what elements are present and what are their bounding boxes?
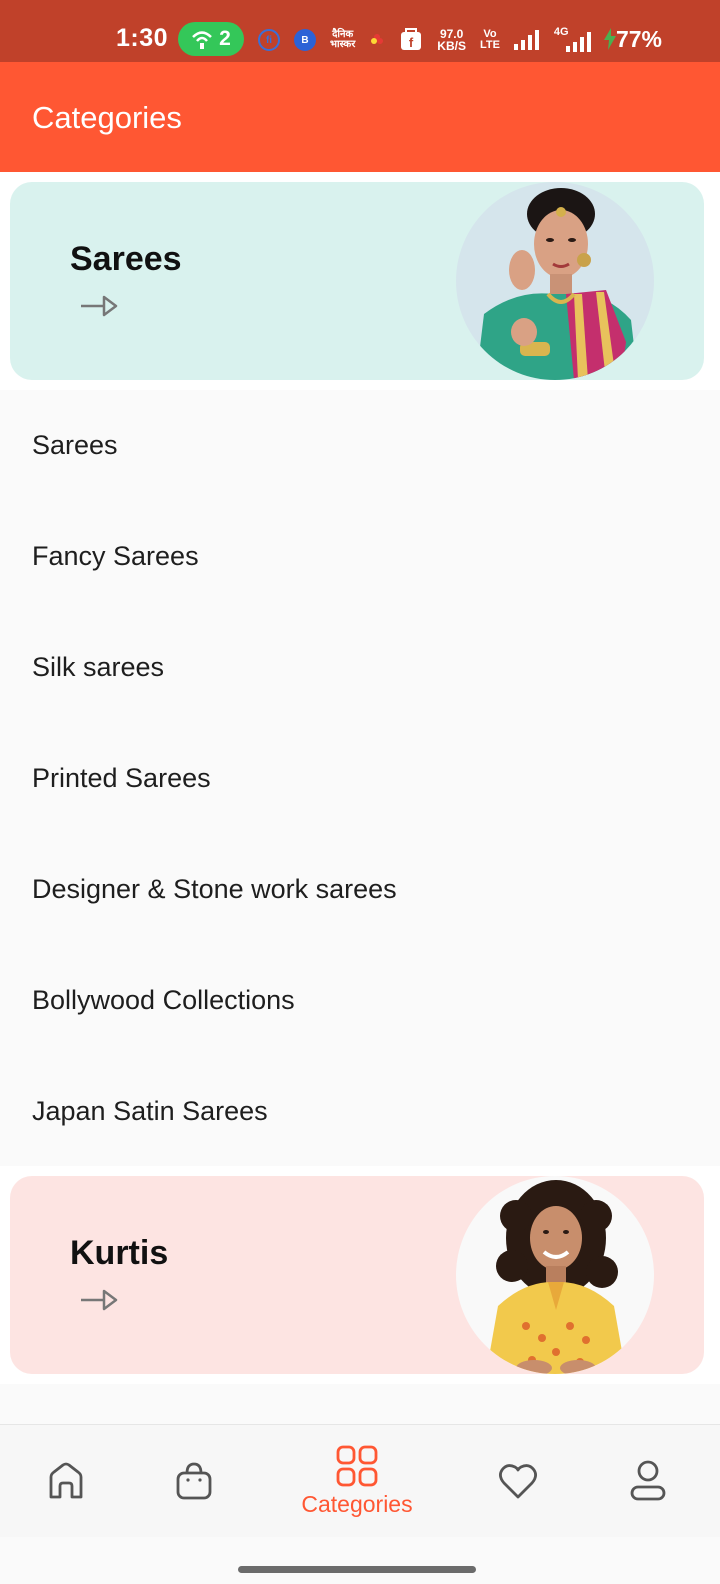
category-banner-kurtis[interactable]: Kurtis [10,1176,704,1374]
subcategory-item-printed-sarees[interactable]: Printed Sarees [0,723,720,834]
notification-icons: fi B दैनिक भास्कर f 97.0 KB/S Vo LTE 4G [258,24,592,56]
subcategory-item-bollywood-collections[interactable]: Bollywood Collections [0,945,720,1056]
network-speed: 97.0 KB/S [437,27,466,53]
subcategory-item-designer-stone-work-sarees[interactable]: Designer & Stone work sarees [0,834,720,945]
subcategory-item-fancy-sarees[interactable]: Fancy Sarees [0,501,720,612]
gesture-bar[interactable] [238,1566,476,1573]
kurti-model-image [456,1176,654,1374]
flower-icon [371,34,384,44]
categories-grid-icon [336,1445,378,1486]
subcategory-item-sarees[interactable]: Sarees [0,390,720,501]
arrow-right-icon [81,295,118,317]
network-4g-signal: 4G [554,26,592,52]
nav-wishlist[interactable] [474,1425,562,1537]
banner-section-kurtis: Kurtis [0,1166,720,1384]
nav-label-categories: Categories [301,1490,413,1517]
saree-model-image [456,182,654,380]
dainik-bhaskar-icon: दैनिक भास्कर [330,29,356,50]
hotspot-indicator[interactable]: 2 [178,22,244,56]
status-bar: 1:30 2 fi B दैनिक भास्कर f 97.0 KB/S Vo L… [0,0,720,62]
heart-icon [499,1464,537,1499]
subcategory-list: Sarees Fancy Sarees Silk sarees Printed … [0,390,720,1167]
charging-icon [604,28,616,50]
nav-home[interactable] [22,1425,110,1537]
profile-icon [630,1460,666,1501]
nav-shop[interactable] [150,1425,238,1537]
bottom-navigation: Categories [0,1424,720,1537]
signal-icon [513,30,539,50]
page-title: Categories [32,100,182,135]
arrow-right-icon [81,1289,118,1311]
home-icon [49,1462,83,1499]
hotspot-count: 2 [219,27,231,50]
nav-profile[interactable] [604,1425,692,1537]
battery-percentage: 77% [615,26,662,52]
fi-icon: fi [258,29,280,51]
app-bar: Categories [0,62,720,172]
svg-text:f: f [409,35,414,50]
nav-categories[interactable]: Categories [282,1425,432,1537]
status-time: 1:30 [116,24,169,52]
banner-title: Kurtis [70,1234,169,1272]
banner-title: Sarees [70,240,182,278]
subcategory-item-silk-sarees[interactable]: Silk sarees [0,612,720,723]
banner-section-sarees: Sarees [0,172,720,390]
flipkart-icon: f [401,28,422,50]
volte-indicator: Vo LTE [479,28,500,51]
category-banner-sarees[interactable]: Sarees [10,182,704,380]
shopping-bag-icon [176,1462,212,1500]
hotspot-icon [192,31,213,49]
b-icon: B [294,29,316,51]
subcategory-item-japan-satin-sarees[interactable]: Japan Satin Sarees [0,1056,720,1167]
signal-icon-2 [565,32,591,52]
